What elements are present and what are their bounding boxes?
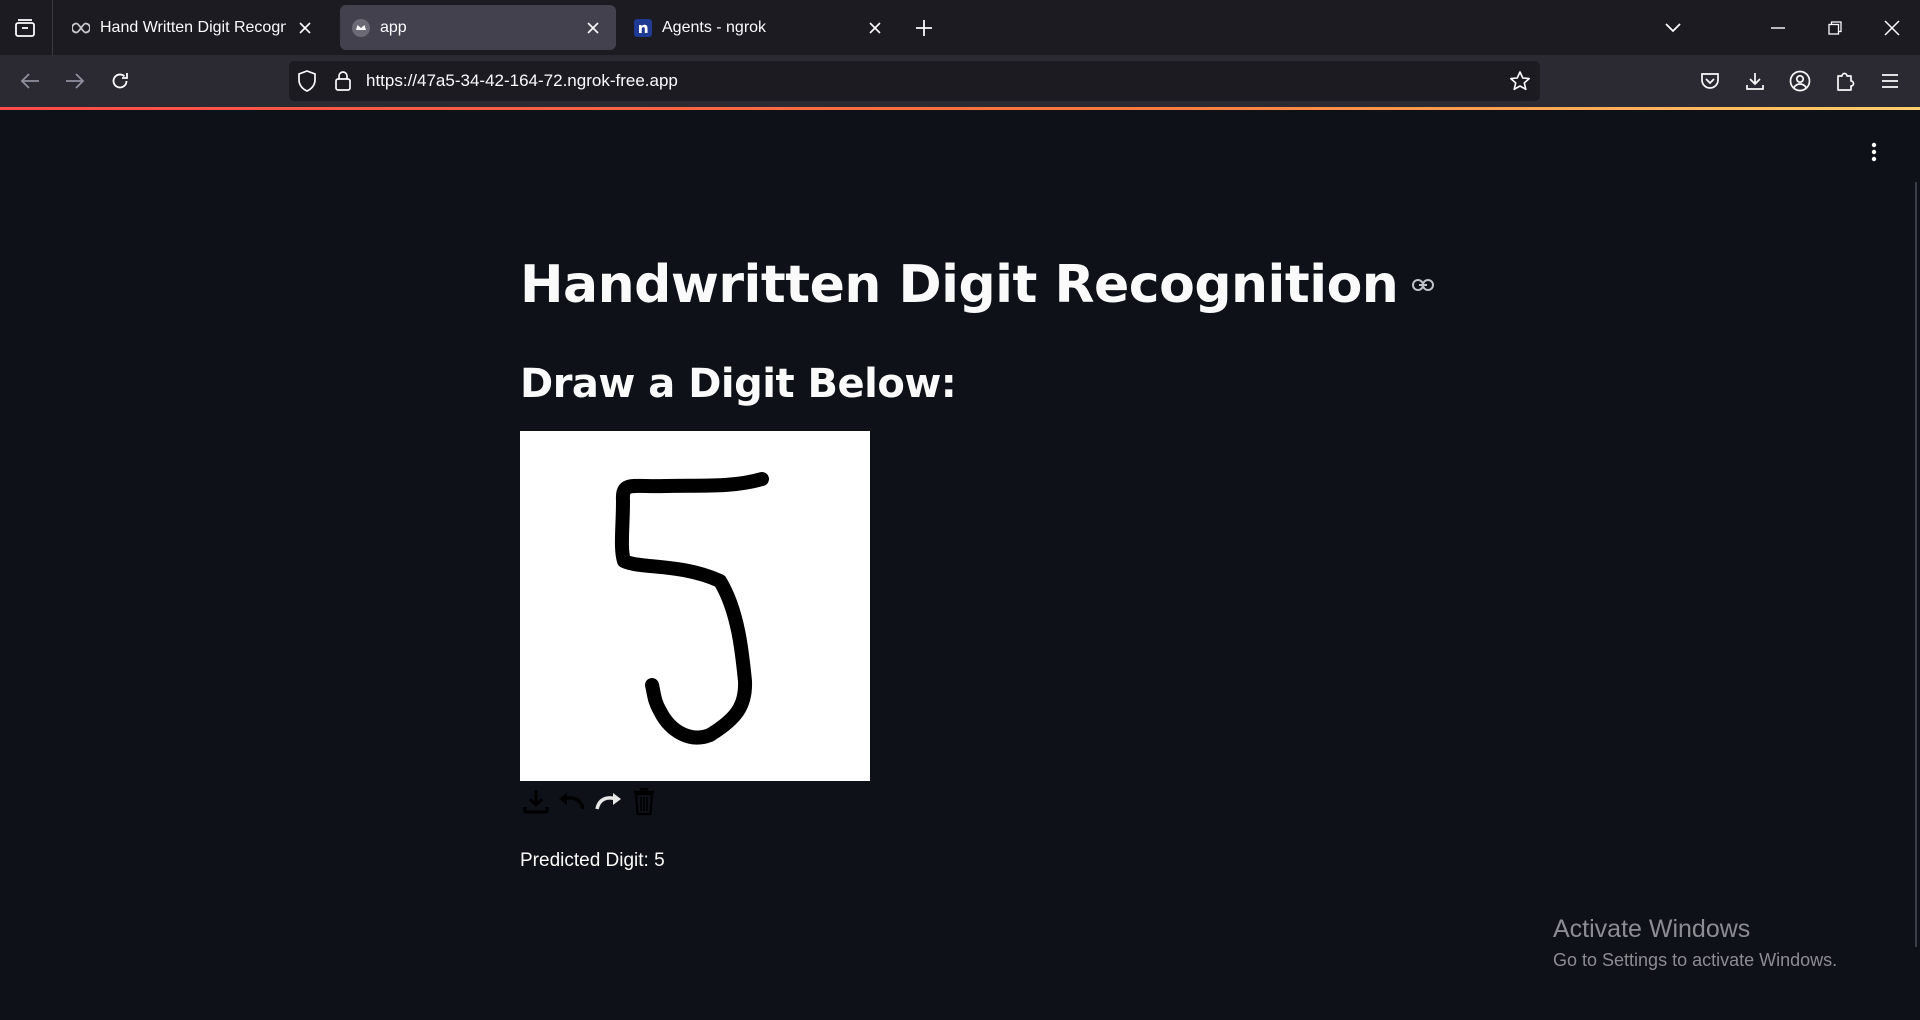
vertical-dots-icon [1871, 142, 1877, 162]
drawn-digit-five [614, 472, 769, 745]
link-icon[interactable] [1412, 279, 1435, 291]
account-button[interactable] [1785, 66, 1815, 96]
arrow-right-icon [66, 73, 85, 89]
address-bar[interactable]: https://47a5-34-42-164-72.ngrok-free.app [289, 61, 1540, 101]
close-icon [1884, 20, 1900, 36]
list-all-tabs-button[interactable] [1660, 15, 1686, 41]
tab-digit-recognition[interactable]: Hand Written Digit Recognitior [60, 5, 328, 50]
bookmark-star-icon[interactable] [1509, 70, 1531, 97]
download-canvas-button[interactable] [520, 786, 552, 816]
clear-canvas-button[interactable] [628, 786, 660, 816]
pocket-icon [1701, 73, 1719, 89]
lock-icon[interactable] [334, 70, 352, 97]
downloads-button[interactable] [1740, 66, 1770, 96]
minimize-button[interactable] [1765, 15, 1791, 41]
trash-icon [634, 787, 654, 816]
scrollbar[interactable] [1915, 182, 1917, 947]
reload-icon [112, 73, 128, 89]
page-load-progress-bar [0, 107, 1920, 110]
close-window-button[interactable] [1879, 15, 1905, 41]
close-icon[interactable] [582, 17, 604, 39]
forward-button[interactable] [60, 66, 90, 96]
section-subheader: Draw a Digit Below: [520, 361, 957, 407]
account-icon [1789, 70, 1811, 92]
streamlit-crown-icon [352, 18, 370, 37]
drawing-canvas[interactable] [520, 431, 870, 781]
reload-button[interactable] [105, 66, 135, 96]
infinity-icon [72, 19, 90, 37]
url-text[interactable]: https://47a5-34-42-164-72.ngrok-free.app [366, 61, 678, 101]
watermark-subtitle: Go to Settings to activate Windows. [1553, 950, 1838, 970]
restore-button[interactable] [1822, 15, 1848, 41]
watermark-title: Activate Windows [1553, 915, 1751, 943]
back-button[interactable] [15, 66, 45, 96]
shield-icon[interactable] [297, 70, 317, 97]
plus-icon [916, 20, 932, 36]
navigation-toolbar: https://47a5-34-42-164-72.ngrok-free.app [0, 55, 1920, 107]
tab-app[interactable]: app [340, 5, 616, 50]
undo-icon [559, 793, 585, 810]
redo-icon [595, 793, 621, 810]
undo-button[interactable] [556, 786, 588, 816]
close-icon[interactable] [864, 17, 886, 39]
new-tab-button[interactable] [911, 15, 937, 41]
minimize-icon [1771, 27, 1785, 29]
restore-icon [1828, 21, 1842, 35]
tab-title: app [380, 18, 407, 36]
main-menu-button[interactable] [1862, 140, 1886, 164]
redo-button[interactable] [592, 786, 624, 816]
page-title: Handwritten Digit Recognition [520, 250, 1435, 320]
page-title-text: Handwritten Digit Recognition [520, 255, 1399, 315]
canvas-toolbar [520, 786, 660, 816]
extensions-button[interactable] [1830, 66, 1860, 96]
tab-title: Agents - ngrok [662, 18, 767, 36]
prediction-result: Predicted Digit: 5 [520, 850, 665, 871]
tab-separator [52, 0, 53, 55]
close-icon[interactable] [294, 17, 316, 39]
windows-activation-watermark: Activate Windows Go to Settings to activ… [1553, 915, 1837, 971]
ngrok-n-icon [634, 18, 652, 37]
hamburger-icon [1882, 74, 1898, 88]
pocket-button[interactable] [1695, 66, 1725, 96]
app-menu-button[interactable] [1875, 66, 1905, 96]
download-icon [1746, 73, 1764, 90]
firefox-view-icon[interactable] [5, 8, 45, 48]
download-icon [523, 790, 549, 814]
arrow-left-icon [20, 73, 39, 89]
tab-ngrok-agents[interactable]: Agents - ngrok [622, 5, 898, 50]
tab-title: Hand Written Digit Recognitior [100, 18, 286, 36]
chevron-down-icon [1665, 23, 1681, 33]
puzzle-icon [1837, 72, 1855, 91]
